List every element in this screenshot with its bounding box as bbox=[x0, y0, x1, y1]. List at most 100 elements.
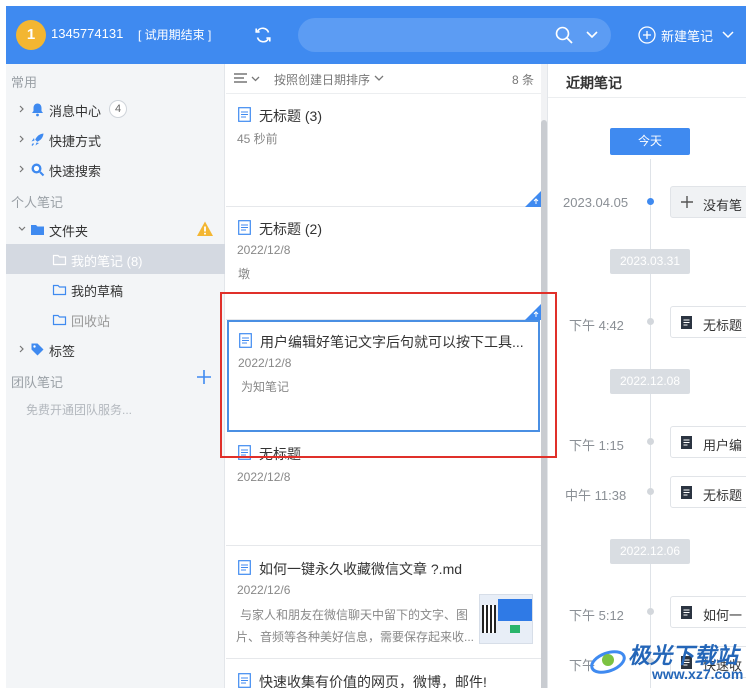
section-personal: 个人笔记 bbox=[11, 195, 64, 210]
chevron-down-icon[interactable] bbox=[374, 74, 384, 82]
new-note-label: 新建笔记 bbox=[661, 28, 714, 44]
date-pill: 2022.12.06 bbox=[610, 539, 690, 564]
top-bar: 1 1345774131 [ 试用期结束 ] 新建笔记 bbox=[6, 6, 746, 64]
sidebar-item-quick-search[interactable]: 快速搜索 bbox=[6, 154, 225, 184]
note-icon bbox=[681, 316, 692, 329]
qr-code-image bbox=[482, 605, 496, 633]
sidebar-item-label: 回收站 bbox=[71, 314, 111, 329]
search-icon[interactable] bbox=[555, 26, 573, 44]
sidebar-item-label: 消息中心 bbox=[49, 104, 102, 119]
note-icon bbox=[681, 486, 692, 499]
account-name[interactable]: 1345774131 bbox=[51, 26, 123, 41]
upload-corner-icon bbox=[525, 191, 541, 207]
chevron-down-icon[interactable] bbox=[18, 225, 26, 233]
note-snippet: 片、音频等各种美好信息，需要保存起来收... bbox=[236, 630, 475, 644]
list-view-icon[interactable] bbox=[233, 72, 261, 86]
timeline-time: 下午 4:42 bbox=[569, 318, 624, 333]
sidebar-item-my-drafts[interactable]: 我的草稿 bbox=[6, 274, 225, 304]
note-snippet: 与家人和朋友在微信聊天中留下的文字、图 bbox=[240, 608, 469, 622]
sidebar-item-recycle[interactable]: 回收站 bbox=[6, 304, 225, 334]
note-icon bbox=[681, 436, 692, 449]
divider bbox=[548, 97, 746, 98]
timeline-time: 下午 5:12 bbox=[569, 608, 624, 623]
timeline-card[interactable]: 用户编 bbox=[670, 426, 746, 458]
warning-icon[interactable] bbox=[196, 220, 214, 238]
note-count: 8 条 bbox=[511, 73, 534, 87]
section-team: 团队笔记 bbox=[11, 375, 64, 390]
timeline-card-text: 如何一 bbox=[703, 608, 743, 623]
note-date: 2022/12/8 bbox=[237, 470, 291, 484]
folder-icon bbox=[31, 225, 44, 235]
timeline-dot bbox=[647, 608, 654, 615]
timeline-dot bbox=[647, 438, 654, 445]
timeline-card[interactable]: 无标题 bbox=[670, 476, 746, 508]
search-icon bbox=[31, 163, 45, 177]
watermark-url: www.xz7.com bbox=[652, 666, 744, 682]
note-title: 快速收集有价值的网页，微博，邮件! bbox=[259, 674, 487, 688]
timeline-dot bbox=[647, 488, 654, 495]
sync-icon[interactable] bbox=[253, 25, 273, 45]
list-header: 按照创建日期排序 8 条 bbox=[226, 64, 541, 94]
chevron-down-icon[interactable] bbox=[721, 29, 735, 41]
new-note-button[interactable]: 新建笔记 bbox=[638, 23, 735, 47]
avatar[interactable]: 1 bbox=[16, 20, 46, 50]
note-icon bbox=[238, 220, 251, 235]
sidebar-item-shortcuts[interactable]: 快捷方式 bbox=[6, 124, 225, 154]
plus-circle-icon bbox=[638, 26, 656, 44]
sidebar-item-tags[interactable]: 标签 bbox=[6, 334, 225, 364]
sort-dropdown[interactable]: 按照创建日期排序 bbox=[274, 71, 370, 88]
timeline-card-add[interactable]: 没有笔 bbox=[670, 186, 746, 218]
chevron-right-icon[interactable] bbox=[18, 165, 26, 173]
chevron-right-icon[interactable] bbox=[18, 105, 26, 113]
folder-outline-icon bbox=[52, 254, 67, 266]
team-free-link[interactable]: 免费开通团队服务... bbox=[26, 401, 132, 418]
note-icon bbox=[238, 673, 251, 688]
note-date: 2022/12/6 bbox=[237, 583, 291, 597]
watermark-logo: 极光下载站 www.xz7.com bbox=[588, 636, 746, 688]
sidebar: 常用 消息中心 4 快捷方式 快速搜索 个人笔记 文件夹 我的笔记 (8) 我的… bbox=[6, 64, 225, 688]
timeline-card[interactable]: 无标题 bbox=[670, 306, 746, 338]
timeline-card-text: 无标题 bbox=[703, 318, 743, 333]
note-date: 2022/12/8 bbox=[237, 243, 291, 257]
plus-icon bbox=[681, 196, 693, 208]
note-item[interactable]: 快速收集有价值的网页，微博，邮件! bbox=[226, 659, 541, 688]
timeline-dot bbox=[647, 318, 654, 325]
sidebar-item-label: 快速搜索 bbox=[49, 164, 102, 179]
timeline-time: 下午 1:15 bbox=[569, 438, 624, 453]
chevron-right-icon[interactable] bbox=[18, 345, 26, 353]
note-item[interactable]: 如何一键永久收藏微信文章 ?.md 2022/12/6 与家人和朋友在微信聊天中… bbox=[226, 546, 541, 659]
note-title: 无标题 (2) bbox=[259, 221, 322, 237]
sidebar-item-my-notes[interactable]: 我的笔记 (8) bbox=[6, 244, 225, 274]
timeline-card-text: 用户编 bbox=[703, 438, 743, 453]
trial-status[interactable]: [ 试用期结束 ] bbox=[138, 26, 211, 43]
note-icon bbox=[681, 606, 692, 619]
date-pill: 2022.12.08 bbox=[610, 369, 690, 394]
sidebar-item-messages[interactable]: 消息中心 4 bbox=[6, 94, 225, 124]
timeline-card[interactable]: 如何一 bbox=[670, 596, 746, 628]
rocket-icon bbox=[31, 133, 44, 146]
sidebar-item-folders[interactable]: 文件夹 bbox=[6, 214, 225, 244]
chevron-right-icon[interactable] bbox=[18, 135, 26, 143]
highlight-annotation bbox=[220, 292, 557, 458]
note-date: 45 秒前 bbox=[237, 132, 278, 146]
sidebar-item-label: 我的草稿 bbox=[71, 284, 124, 299]
note-title: 无标题 (3) bbox=[259, 108, 322, 124]
search-input[interactable] bbox=[298, 18, 611, 52]
thumbnail-mark bbox=[510, 625, 520, 633]
watermark-swirl-icon bbox=[590, 650, 626, 674]
panel-title: 近期笔记 bbox=[566, 75, 622, 91]
date-pill: 2023.03.31 bbox=[610, 249, 690, 274]
bell-icon bbox=[32, 103, 43, 117]
recent-notes-panel: 近期笔记 今天 2023.04.05 没有笔 2023.03.31 下午 4:4… bbox=[547, 64, 746, 688]
thumbnail-banner bbox=[498, 599, 532, 621]
tag-icon bbox=[31, 343, 44, 356]
note-icon bbox=[238, 560, 251, 575]
note-item[interactable]: 无标题 (3) 45 秒前 bbox=[226, 94, 541, 207]
add-team-icon[interactable] bbox=[196, 369, 212, 385]
timeline-dot bbox=[647, 198, 654, 205]
timeline-card-text: 无标题 bbox=[703, 488, 743, 503]
today-button[interactable]: 今天 bbox=[610, 128, 690, 155]
chevron-down-icon[interactable] bbox=[585, 29, 599, 41]
sidebar-item-label: 文件夹 bbox=[49, 224, 89, 239]
unread-badge: 4 bbox=[109, 100, 127, 118]
